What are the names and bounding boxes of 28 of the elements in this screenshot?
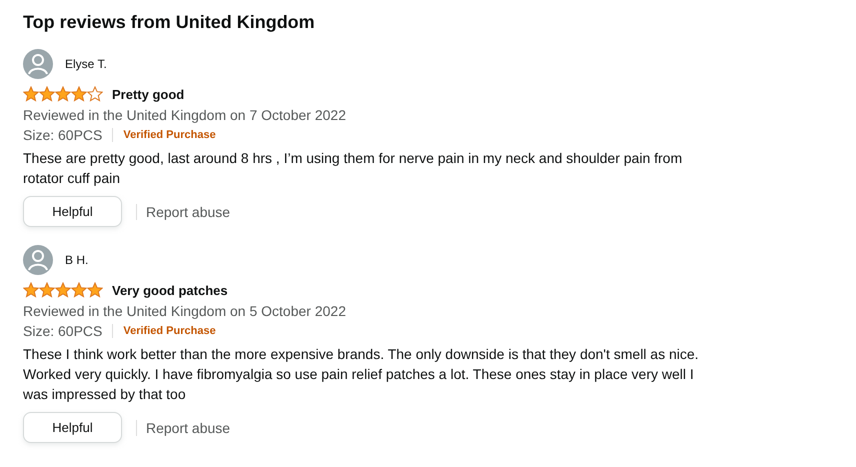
reviewer-name: Elyse T.	[65, 57, 107, 71]
star-icon	[55, 86, 71, 102]
verified-label: Verified Purchase	[123, 325, 216, 337]
review-text: These I think work better than the more expensive brands. The only downside is that they don't smell as nice. Worked very quickly. I have fibromyalgia so use pain relief patches a lot. These ones stay in place very well I was impressed by that too	[23, 345, 700, 404]
reviewer-name: B H.	[65, 253, 88, 267]
size-label[interactable]: Size: 60PCS	[23, 323, 102, 339]
star-icon	[55, 282, 71, 298]
helpful-button[interactable]: Helpful	[23, 412, 122, 443]
avatar-icon	[23, 245, 53, 275]
verified-label: Verified Purchase	[123, 129, 216, 141]
star-icon	[71, 86, 87, 102]
review-date: Reviewed in the United Kingdom on 5 October 2022	[23, 302, 347, 321]
review-title[interactable]: Pretty good	[112, 86, 184, 102]
star-icon	[87, 282, 103, 298]
report-link[interactable]: Report abuse	[146, 420, 230, 436]
star-icon	[23, 282, 39, 298]
review-text: These are pretty good, last around 8 hrs , I’m using them for nerve pain in my neck and shoulder pain from rotator cuff pain	[23, 149, 684, 188]
star-icon	[39, 282, 55, 298]
star-icon	[71, 282, 87, 298]
review-date: Reviewed in the United Kingdom on 7 October 2022	[23, 106, 347, 125]
star-icon	[39, 86, 55, 102]
avatar-icon	[23, 49, 53, 79]
review-title[interactable]: Very good patches	[112, 282, 228, 298]
section-heading: Top reviews from United Kingdom	[23, 12, 316, 33]
size-label[interactable]: Size: 60PCS	[23, 127, 102, 143]
report-link[interactable]: Report abuse	[146, 204, 230, 220]
helpful-button[interactable]: Helpful	[23, 196, 122, 227]
star-icon	[23, 86, 39, 102]
